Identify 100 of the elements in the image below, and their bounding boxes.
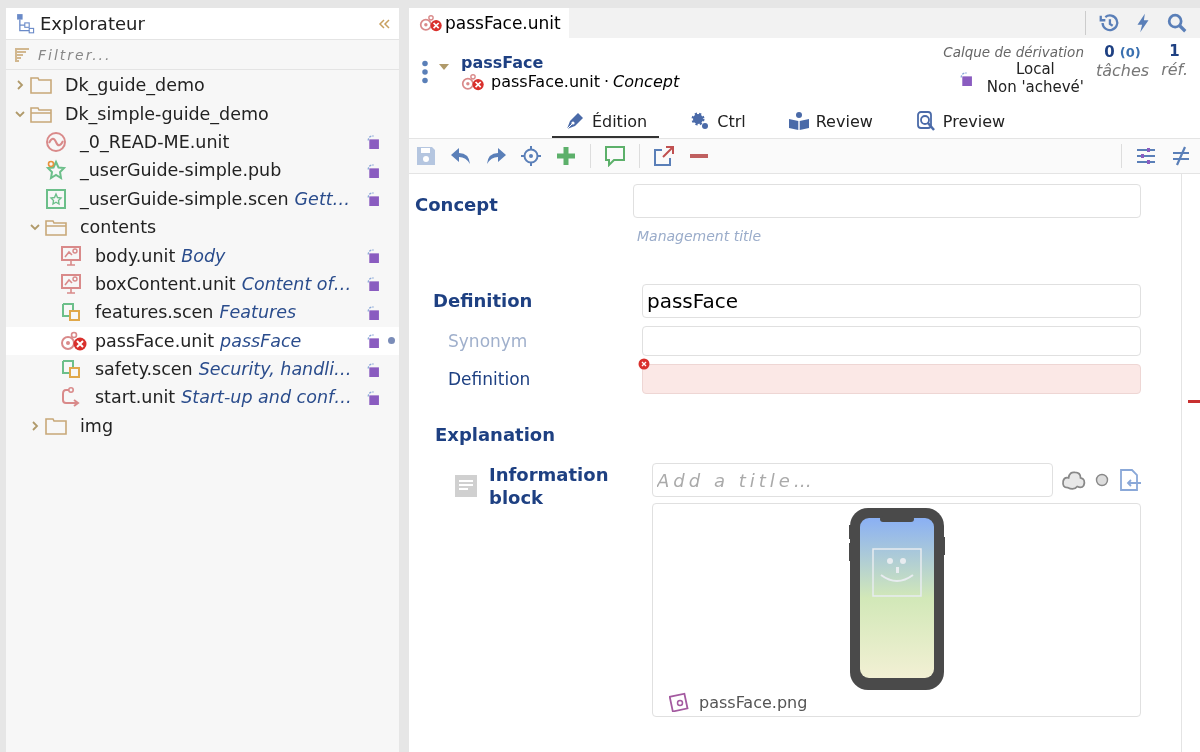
tree-item[interactable]: passFace.unit passFace	[6, 326, 399, 355]
tree-item[interactable]: safety.scen Security, handli…	[6, 354, 399, 384]
plus-icon[interactable]	[555, 145, 577, 167]
star-icon	[45, 159, 67, 182]
circle-icon[interactable]	[1095, 473, 1109, 487]
section-label: Definition	[433, 290, 533, 311]
curved-arrow-icon	[60, 386, 82, 409]
chevron-right-icon[interactable]	[29, 419, 41, 432]
file-tab-label: passFace.unit	[445, 13, 561, 33]
folder-name: Dk_simple-guide_demo	[65, 103, 269, 124]
tree-item[interactable]: Dk_simple-guide_demo	[6, 99, 399, 128]
file-name: _0_READ-ME.unit	[80, 131, 230, 152]
history-icon[interactable]	[1098, 12, 1120, 34]
file-name: start.unit	[95, 387, 176, 408]
file-title: passFace	[220, 330, 302, 351]
folder-name: img	[80, 415, 114, 436]
tree-item[interactable]: contents	[6, 212, 399, 242]
folder-name: contents	[80, 217, 157, 238]
file-name: boxContent.unit	[95, 273, 236, 294]
target-icon[interactable]	[520, 145, 542, 167]
squares-icon	[60, 358, 82, 381]
field-label: Definition	[447, 369, 532, 389]
view-tab[interactable]: Ctrl	[677, 106, 758, 138]
file-name: features.scen	[95, 302, 214, 323]
chevron-right-icon[interactable]	[14, 79, 26, 92]
document-magnifier-icon	[914, 110, 937, 132]
active-dot-icon	[388, 337, 395, 345]
search-icon[interactable]	[1166, 12, 1188, 34]
file-name: _userGuide-simple.scen	[80, 188, 289, 209]
text-block-icon	[455, 475, 477, 497]
synonym-field[interactable]	[642, 326, 1141, 356]
task-subcount: (0)	[1119, 45, 1141, 60]
section-label: Concept	[415, 193, 499, 217]
tree-item[interactable]: features.scen Features	[6, 298, 399, 327]
concept-field[interactable]	[633, 184, 1141, 218]
folder-icon	[45, 218, 67, 237]
reference-count[interactable]: 1	[1169, 42, 1180, 60]
monitor-icon	[60, 244, 82, 267]
status-value: Non 'achevé'	[986, 78, 1084, 96]
layer-label: Calque de dérivation	[943, 44, 1084, 60]
definition-field[interactable]	[642, 364, 1141, 394]
file-title: Features	[219, 302, 297, 323]
error-marker	[1188, 400, 1200, 403]
tree-item[interactable]: _userGuide-simple.pub	[6, 156, 399, 185]
more-vertical-icon[interactable]	[421, 60, 429, 84]
external-link-icon[interactable]	[653, 145, 675, 167]
view-tab[interactable]: Review	[775, 106, 885, 138]
item-title: passFace	[461, 52, 545, 72]
status-badge-icon	[365, 248, 380, 264]
filter-field[interactable]: Filtrer...	[36, 45, 240, 64]
image-file-icon	[669, 692, 689, 712]
error-unit-icon	[60, 329, 88, 352]
status-badge-icon	[365, 390, 380, 405]
field-hint: Management title	[637, 228, 763, 244]
error-icon	[638, 358, 650, 370]
cloud-icon[interactable]	[1061, 468, 1087, 492]
file-title: Security, handli…	[198, 359, 352, 380]
file-title: Content of…	[241, 273, 352, 294]
status-badge-icon	[365, 134, 380, 150]
comment-icon[interactable]	[604, 145, 626, 167]
error-unit-icon	[419, 13, 443, 33]
file-title: Body	[181, 245, 226, 266]
status-badge-icon	[365, 191, 380, 207]
block-label: Information block	[489, 463, 610, 509]
file-name: _userGuide-simple.pub	[80, 160, 282, 181]
file-title: Start-up and conf…	[181, 387, 352, 408]
squares-icon	[60, 301, 82, 324]
tree-item[interactable]: body.unit Body	[6, 241, 399, 270]
error-unit-icon	[461, 71, 485, 92]
file-name: safety.scen	[95, 359, 193, 380]
term-field[interactable]: passFace	[642, 284, 1141, 318]
not-equal-icon[interactable]	[1170, 145, 1192, 167]
tree-item[interactable]: _0_READ-ME.unit	[6, 127, 399, 157]
field-label: Synonym	[447, 331, 529, 351]
caret-down-icon[interactable]	[439, 64, 449, 70]
tree-item[interactable]: Dk_guide_demo	[6, 71, 399, 100]
folder-icon	[45, 416, 67, 435]
filter-icon	[14, 46, 30, 63]
panel-title: Explorateur	[40, 13, 145, 34]
tree-item[interactable]: img	[6, 411, 399, 441]
section-label: Explanation	[435, 424, 557, 445]
sliders-icon[interactable]	[1135, 145, 1157, 167]
status-badge-icon	[365, 304, 380, 320]
separator: ·	[603, 72, 609, 91]
task-count[interactable]: 0	[1104, 43, 1115, 61]
view-tab[interactable]: Preview	[902, 106, 1018, 138]
references-label: réf.	[1161, 60, 1188, 79]
monitor-icon	[60, 272, 82, 295]
tree-item[interactable]: _userGuide-simple.scen Gett…	[6, 184, 399, 213]
tree-item[interactable]: start.unit Start-up and conf…	[6, 383, 399, 412]
status-badge-icon	[365, 361, 380, 377]
double-chevron-left-icon[interactable]	[377, 17, 391, 30]
status-badge-icon	[365, 276, 380, 292]
folder-icon	[30, 104, 52, 123]
file-tab[interactable]: passFace.unit	[409, 8, 569, 38]
tree-item[interactable]: boxContent.unit Content of…	[6, 269, 399, 299]
image-caption: passFace.png	[699, 692, 808, 712]
document-import-icon[interactable]	[1117, 468, 1143, 492]
file-name: passFace.unit	[95, 330, 215, 351]
star-square-icon	[45, 187, 67, 210]
